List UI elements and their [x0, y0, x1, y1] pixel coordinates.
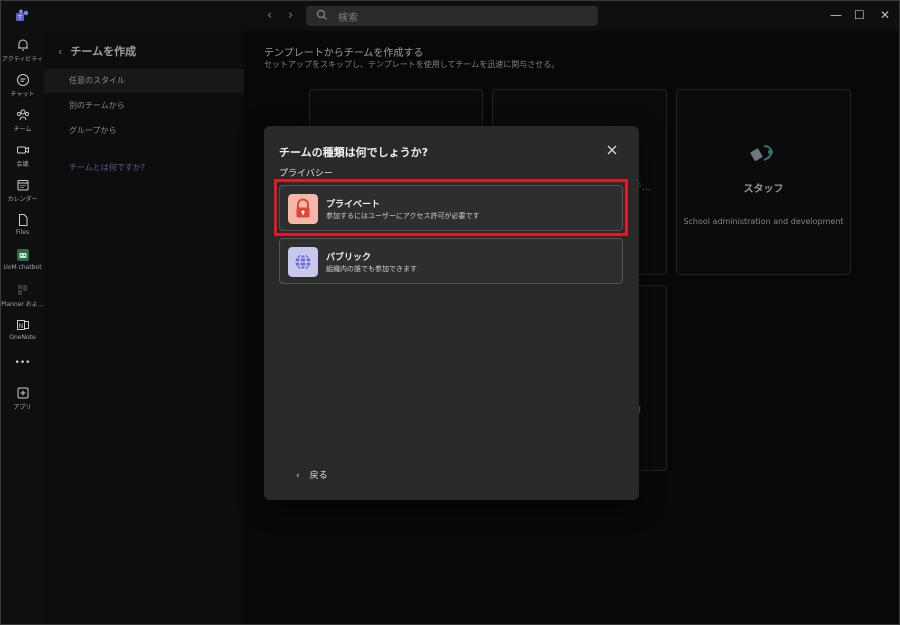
rail-item-label: カレンダー	[7, 196, 38, 203]
rail-item-label: チャット	[10, 91, 35, 98]
search-placeholder: 検索	[338, 13, 358, 24]
rail-item-calendar[interactable]: カレンダー	[1, 178, 44, 203]
privacy-label: プライバシー	[279, 169, 333, 179]
minimize-button[interactable]: —	[830, 8, 842, 22]
search-input[interactable]: 検索	[306, 6, 598, 26]
svg-text:N: N	[18, 323, 23, 330]
option-description: 組織内の誰でも参加できます	[326, 265, 417, 273]
rail-item-label: アプリ	[13, 404, 32, 411]
rail-item-uom-chatbot[interactable]: UoM chatbot	[1, 248, 44, 271]
rail-item-activity[interactable]: アクティビティ	[1, 38, 44, 63]
dialog-title: チームの種類は何でしょうか?	[279, 146, 429, 159]
rail-item-files[interactable]: Files	[1, 213, 44, 236]
maximize-button[interactable]: ☐	[854, 8, 865, 22]
teams-logo-icon: T	[16, 9, 29, 22]
more-icon: •••	[14, 358, 31, 368]
public-option[interactable]: パブリック 組織内の誰でも参加できます	[279, 238, 623, 284]
back-button[interactable]: ‹ 戻る	[296, 468, 328, 481]
rail-item-label: アクティビティ	[2, 56, 43, 63]
back-arrow-icon[interactable]: ‹	[267, 8, 272, 23]
close-icon[interactable]	[606, 144, 618, 156]
rail-item-teams[interactable]: チーム	[1, 108, 44, 133]
teams-icon	[16, 109, 29, 121]
chat-icon	[16, 74, 29, 86]
rail-item-label: Planner およ…	[1, 301, 44, 308]
close-window-button[interactable]: ✕	[880, 8, 890, 22]
rail-item-label: 会議	[16, 161, 29, 168]
rail-item-planner[interactable]: Planner およ…	[1, 283, 44, 308]
app-rail: アクティビティ チャット チーム 会議 カレンダー Files UoM chat…	[1, 31, 44, 624]
rail-item-chat[interactable]: チャット	[1, 73, 44, 98]
title-bar: T ‹ › 検索 — ☐ ✕	[1, 1, 899, 31]
rail-item-label: Files	[15, 229, 30, 236]
rail-item-label: OneNote	[9, 334, 36, 341]
bell-icon	[17, 39, 28, 51]
rail-item-apps[interactable]: アプリ	[1, 386, 44, 411]
chevron-left-icon: ‹	[296, 471, 300, 481]
more-apps-button[interactable]: •••	[1, 356, 44, 368]
bot-icon	[16, 249, 29, 261]
rail-item-meetings[interactable]: 会議	[1, 143, 44, 168]
rail-item-label: チーム	[13, 126, 32, 133]
video-icon	[16, 146, 29, 154]
globe-icon	[288, 247, 318, 277]
team-type-dialog: チームの種類は何でしょうか? プライバシー プライベート 参加するにはユーザーに…	[264, 126, 639, 500]
back-label: 戻る	[309, 471, 328, 481]
file-icon	[18, 214, 27, 226]
option-title: パブリック	[326, 253, 372, 263]
planner-icon	[17, 285, 27, 295]
calendar-icon	[17, 180, 28, 191]
highlight-box	[274, 179, 628, 236]
add-app-icon	[17, 387, 28, 399]
forward-arrow-icon[interactable]: ›	[288, 8, 293, 23]
teams-window: T ‹ › 検索 — ☐ ✕ アクティビティ チャット チーム 会議 カレンダー…	[0, 0, 900, 625]
svg-text:T: T	[17, 15, 22, 22]
rail-item-onenote[interactable]: N OneNote	[1, 318, 44, 341]
search-icon	[316, 9, 327, 20]
rail-item-label: UoM chatbot	[3, 264, 42, 271]
onenote-icon: N	[16, 320, 29, 330]
